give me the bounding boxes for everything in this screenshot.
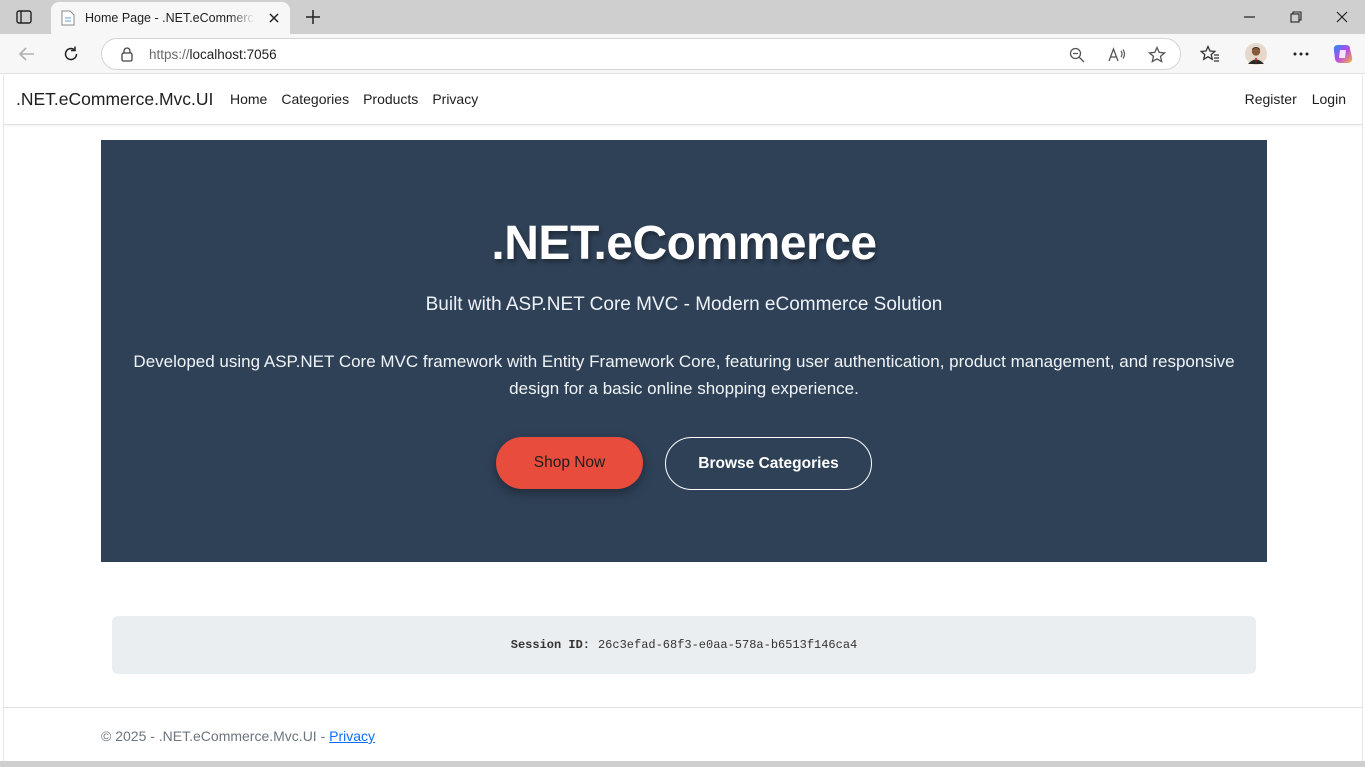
minimize-icon[interactable]: [1227, 0, 1273, 34]
hero-buttons: Shop Now Browse Categories: [101, 437, 1267, 490]
register-link[interactable]: Register: [1245, 91, 1297, 107]
login-link[interactable]: Login: [1312, 91, 1346, 107]
site-navbar: .NET.eCommerce.Mvc.UI Home Categories Pr…: [4, 75, 1362, 125]
close-window-icon[interactable]: [1319, 0, 1365, 34]
navbar-brand[interactable]: .NET.eCommerce.Mvc.UI: [16, 89, 213, 110]
back-icon[interactable]: [13, 40, 41, 68]
url-host: localhost:7056: [189, 47, 277, 62]
shop-now-button[interactable]: Shop Now: [496, 437, 643, 489]
hero-subtitle: Built with ASP.NET Core MVC - Modern eCo…: [425, 294, 943, 315]
zoom-out-icon[interactable]: [1067, 45, 1087, 65]
favorites-icon[interactable]: [1196, 40, 1224, 68]
lock-icon[interactable]: [119, 46, 135, 62]
window-bottom-edge: [0, 761, 1365, 767]
session-label: Session ID:: [510, 638, 590, 652]
page-viewport: .NET.eCommerce.Mvc.UI Home Categories Pr…: [3, 75, 1363, 761]
url-scheme: https://: [149, 47, 190, 62]
footer-text: © 2025 - .NET.eCommerce.Mvc.UI - Privacy: [101, 728, 375, 744]
tab-actions-icon[interactable]: [12, 6, 36, 28]
browser-tab[interactable]: Home Page - .NET.eCommerce.Mvc.UI: [51, 2, 290, 34]
nav-links: Home Categories Products Privacy: [230, 91, 492, 107]
profile-avatar[interactable]: [1242, 40, 1270, 68]
address-bar[interactable]: https://localhost:7056: [101, 38, 1181, 70]
more-options-icon[interactable]: [1287, 40, 1315, 68]
hero-title: .NET.eCommerce: [491, 217, 877, 270]
tab-title: Home Page - .NET.eCommerce.Mvc.UI: [85, 11, 255, 25]
footer-privacy-link[interactable]: Privacy: [329, 728, 375, 744]
session-id-value: 26c3efad-68f3-e0aa-578a-b6513f146ca4: [597, 638, 858, 652]
browser-tabstrip: Home Page - .NET.eCommerce.Mvc.UI: [0, 0, 1365, 34]
footer-copyright: © 2025 - .NET.eCommerce.Mvc.UI -: [101, 728, 330, 744]
nav-link-categories[interactable]: Categories: [281, 91, 349, 107]
browser-toolbar: https://localhost:7056: [0, 34, 1365, 74]
favorite-star-icon[interactable]: [1147, 45, 1167, 65]
new-tab-icon[interactable]: [302, 6, 324, 28]
site-footer: © 2025 - .NET.eCommerce.Mvc.UI - Privacy: [4, 707, 1362, 761]
read-aloud-icon[interactable]: [1107, 45, 1127, 65]
nav-link-home[interactable]: Home: [230, 91, 267, 107]
session-info: Session ID: 26c3efad-68f3-e0aa-578a-b651…: [112, 616, 1256, 674]
browse-categories-button[interactable]: Browse Categories: [665, 437, 872, 490]
nav-link-privacy[interactable]: Privacy: [432, 91, 478, 107]
restore-icon[interactable]: [1273, 0, 1319, 34]
copilot-icon[interactable]: [1329, 40, 1357, 68]
refresh-icon[interactable]: [57, 40, 85, 68]
tab-close-icon[interactable]: [266, 10, 282, 26]
page-favicon-icon: [61, 10, 77, 26]
nav-auth-links: Register Login: [1230, 91, 1346, 107]
hero-description: Developed using ASP.NET Core MVC framewo…: [133, 352, 1235, 398]
hero-banner: .NET.eCommerce Built with ASP.NET Core M…: [101, 140, 1267, 562]
nav-link-products[interactable]: Products: [363, 91, 418, 107]
url-text[interactable]: https://localhost:7056: [149, 47, 277, 62]
